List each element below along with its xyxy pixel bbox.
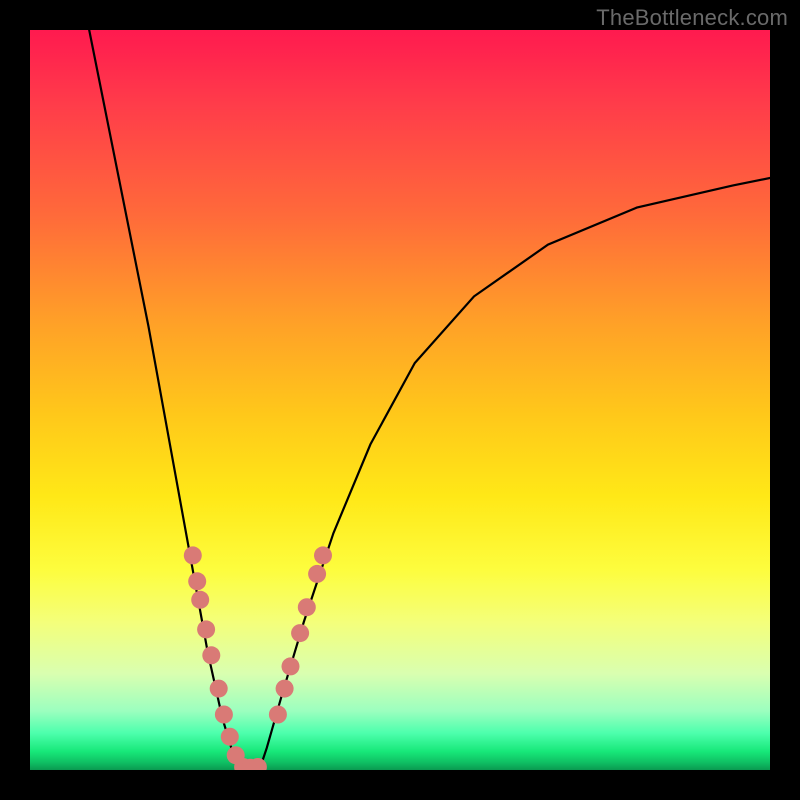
marker-point	[202, 646, 220, 664]
curve-right-curve	[259, 178, 770, 770]
watermark-label: TheBottleneck.com	[596, 5, 788, 31]
marker-point	[291, 624, 309, 642]
marker-point	[184, 546, 202, 564]
marker-point	[269, 706, 287, 724]
marker-point	[188, 572, 206, 590]
marker-point	[282, 657, 300, 675]
marker-point	[210, 680, 228, 698]
marker-point	[276, 680, 294, 698]
marker-point	[221, 728, 239, 746]
marker-point	[314, 546, 332, 564]
scatter-group	[184, 546, 332, 770]
plot-area	[30, 30, 770, 770]
marker-point	[298, 598, 316, 616]
chart-frame: TheBottleneck.com	[0, 0, 800, 800]
marker-point	[308, 565, 326, 583]
marker-point	[191, 591, 209, 609]
marker-point	[197, 620, 215, 638]
line-series-group	[89, 30, 770, 770]
marker-point	[215, 706, 233, 724]
chart-svg	[30, 30, 770, 770]
